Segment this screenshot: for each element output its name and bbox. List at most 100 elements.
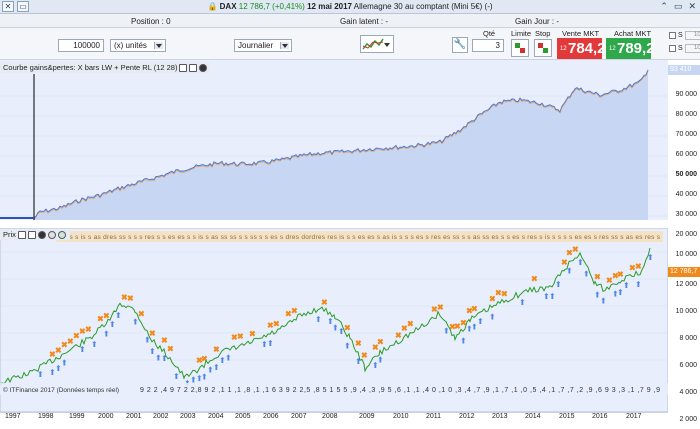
year-label: 1997 [5, 413, 21, 420]
price-footer-signals: 9 2 2 ,4 9 7 2 2,8 9 2 ,1 1 ,1 ,8 ,1 ,1 … [140, 387, 660, 394]
buy-price: 789,2 [617, 40, 655, 57]
maximize-icon[interactable]: ▭ [674, 1, 683, 12]
limit-order-button[interactable] [511, 39, 529, 57]
chart-type-icon [362, 38, 384, 50]
instrument-name[interactable]: DAX [220, 2, 237, 11]
year-label: 2005 [235, 413, 251, 420]
year-label: 2001 [126, 413, 142, 420]
setting-checkbox[interactable] [669, 45, 676, 52]
sell-signal-marker: ✖ [501, 289, 508, 298]
chart-type-button[interactable] [360, 35, 394, 53]
year-label: 2003 [180, 413, 196, 420]
buy-signal-marker: ⬆ [460, 336, 467, 345]
buy-signal-marker: ⬆ [489, 312, 496, 321]
close-icon[interactable]: ✕ [688, 1, 696, 12]
period-label: Journalier [238, 41, 274, 50]
sell-signal-marker: ✖ [127, 294, 134, 303]
buy-signal-marker: ⬆ [109, 320, 116, 329]
scale-label: 4 000 [679, 389, 697, 396]
limit-order-icon [515, 43, 525, 53]
price-scale[interactable]: 90 000 80 000 70 000 60 000 50 000 40 00… [668, 60, 700, 429]
qty-input[interactable]: 3 [472, 39, 504, 52]
position-text: Position : 0 [131, 17, 171, 26]
position-info-bar: Position : 0 Gain latent : - Gain Jour :… [0, 14, 700, 28]
setting-label: S [678, 32, 683, 39]
wrench-icon[interactable]: 🔧 [452, 37, 468, 53]
unit-type-label: (x) unités [114, 41, 147, 50]
year-label: 2015 [559, 413, 575, 420]
year-label: 2007 [291, 413, 307, 420]
limit-label: Limite [511, 29, 532, 38]
equity-current-value: 93 410 [668, 65, 700, 75]
equity-panel-header: Courbe gains&pertes: X bars LW + Pente R… [0, 62, 210, 73]
year-label: 2017 [626, 413, 642, 420]
sell-signal-marker: ✖ [361, 351, 368, 360]
unit-type-select[interactable]: (x) unités [110, 39, 166, 52]
buy-signal-marker: ⬆ [132, 317, 139, 326]
wrench-icon[interactable] [17, 230, 26, 239]
scale-label: 8 000 [679, 335, 697, 342]
stop-order-button[interactable] [534, 39, 552, 57]
buy-market-button[interactable]: 12 789,2 [606, 38, 655, 59]
title-bar: ✕ ▭ 🔒 DAX 12 786,7 (+0,41%) 12 mai 2017 … [0, 0, 700, 14]
scale-label: 12 000 [675, 281, 697, 288]
buy-signal-marker: ⬆ [477, 317, 484, 326]
year-label: 2012 [459, 413, 475, 420]
sell-signal-marker: ✖ [273, 319, 280, 328]
sell-signal-marker: ✖ [167, 345, 174, 354]
scale-label: 2 000 [679, 416, 697, 423]
window-icon[interactable] [189, 63, 198, 72]
close-icon[interactable] [199, 63, 208, 72]
price-panel-header: Prix [0, 229, 70, 240]
sell-signal-marker: ✖ [237, 332, 244, 341]
year-label: 2002 [153, 413, 169, 420]
year-label: 2006 [263, 413, 279, 420]
scale-label: 10 000 [675, 251, 697, 258]
close-icon[interactable] [37, 230, 46, 239]
price-chart[interactable]: s as s is s as dres ss s s s res s s es … [0, 228, 668, 412]
year-label: 2004 [208, 413, 224, 420]
day-gain-text: Gain Jour : - [515, 17, 560, 26]
sell-signal-marker: ✖ [249, 329, 256, 338]
setting-row: S 10 [669, 44, 700, 53]
buy-price-prefix: 12 [609, 46, 616, 52]
scale-label: 40 000 [675, 191, 697, 198]
sell-signal-marker: ✖ [344, 324, 351, 333]
year-label: 2016 [592, 413, 608, 420]
buy-signal-marker: ⬆ [344, 342, 351, 351]
sell-signal-marker: ✖ [635, 262, 642, 271]
sell-signal-marker: ✖ [291, 306, 298, 315]
instrument-price: 12 786,7 [238, 2, 270, 11]
instrument-date: 12 mai 2017 [307, 2, 353, 11]
scale-label: 10 000 [675, 308, 697, 315]
buy-signal-marker: ⬆ [600, 296, 607, 305]
collapse-icon[interactable]: ⌃ [660, 1, 668, 12]
year-label: 2014 [525, 413, 541, 420]
setting-checkbox[interactable] [669, 32, 676, 39]
add-indicator-icon[interactable] [47, 230, 56, 239]
year-label: 2011 [426, 413, 442, 420]
wrench-icon[interactable] [179, 63, 188, 72]
equity-chart[interactable] [0, 60, 668, 220]
year-label: 1999 [69, 413, 85, 420]
buy-signal-marker: ⬆ [61, 359, 68, 368]
year-label: 1998 [38, 413, 54, 420]
order-panel: 🔧 Qté 3 Limite Stop Vente MKT 12 784,2 A… [452, 29, 662, 60]
lock-icon: 🔒 [207, 2, 218, 11]
setting-row: S 10 [669, 31, 700, 40]
buy-signal-marker: ⬆ [161, 354, 168, 363]
units-quantity-input[interactable]: 100000 [58, 39, 104, 52]
sell-signal-marker: ✖ [377, 337, 384, 346]
sell-signal-marker: ✖ [531, 274, 538, 283]
add-signal-icon[interactable] [57, 230, 66, 239]
setting-value[interactable]: 10 [684, 31, 700, 40]
year-label: 2000 [98, 413, 114, 420]
scale-label: 60 000 [675, 151, 697, 158]
buy-signal-marker: ⬆ [377, 355, 384, 364]
period-select[interactable]: Journalier [234, 39, 292, 52]
setting-value[interactable]: 10 [684, 44, 700, 53]
scale-label: 70 000 [675, 131, 697, 138]
sell-market-button[interactable]: 12 784,2 [557, 38, 606, 59]
window-icon[interactable] [27, 230, 36, 239]
sell-signal-marker: ✖ [561, 258, 568, 267]
